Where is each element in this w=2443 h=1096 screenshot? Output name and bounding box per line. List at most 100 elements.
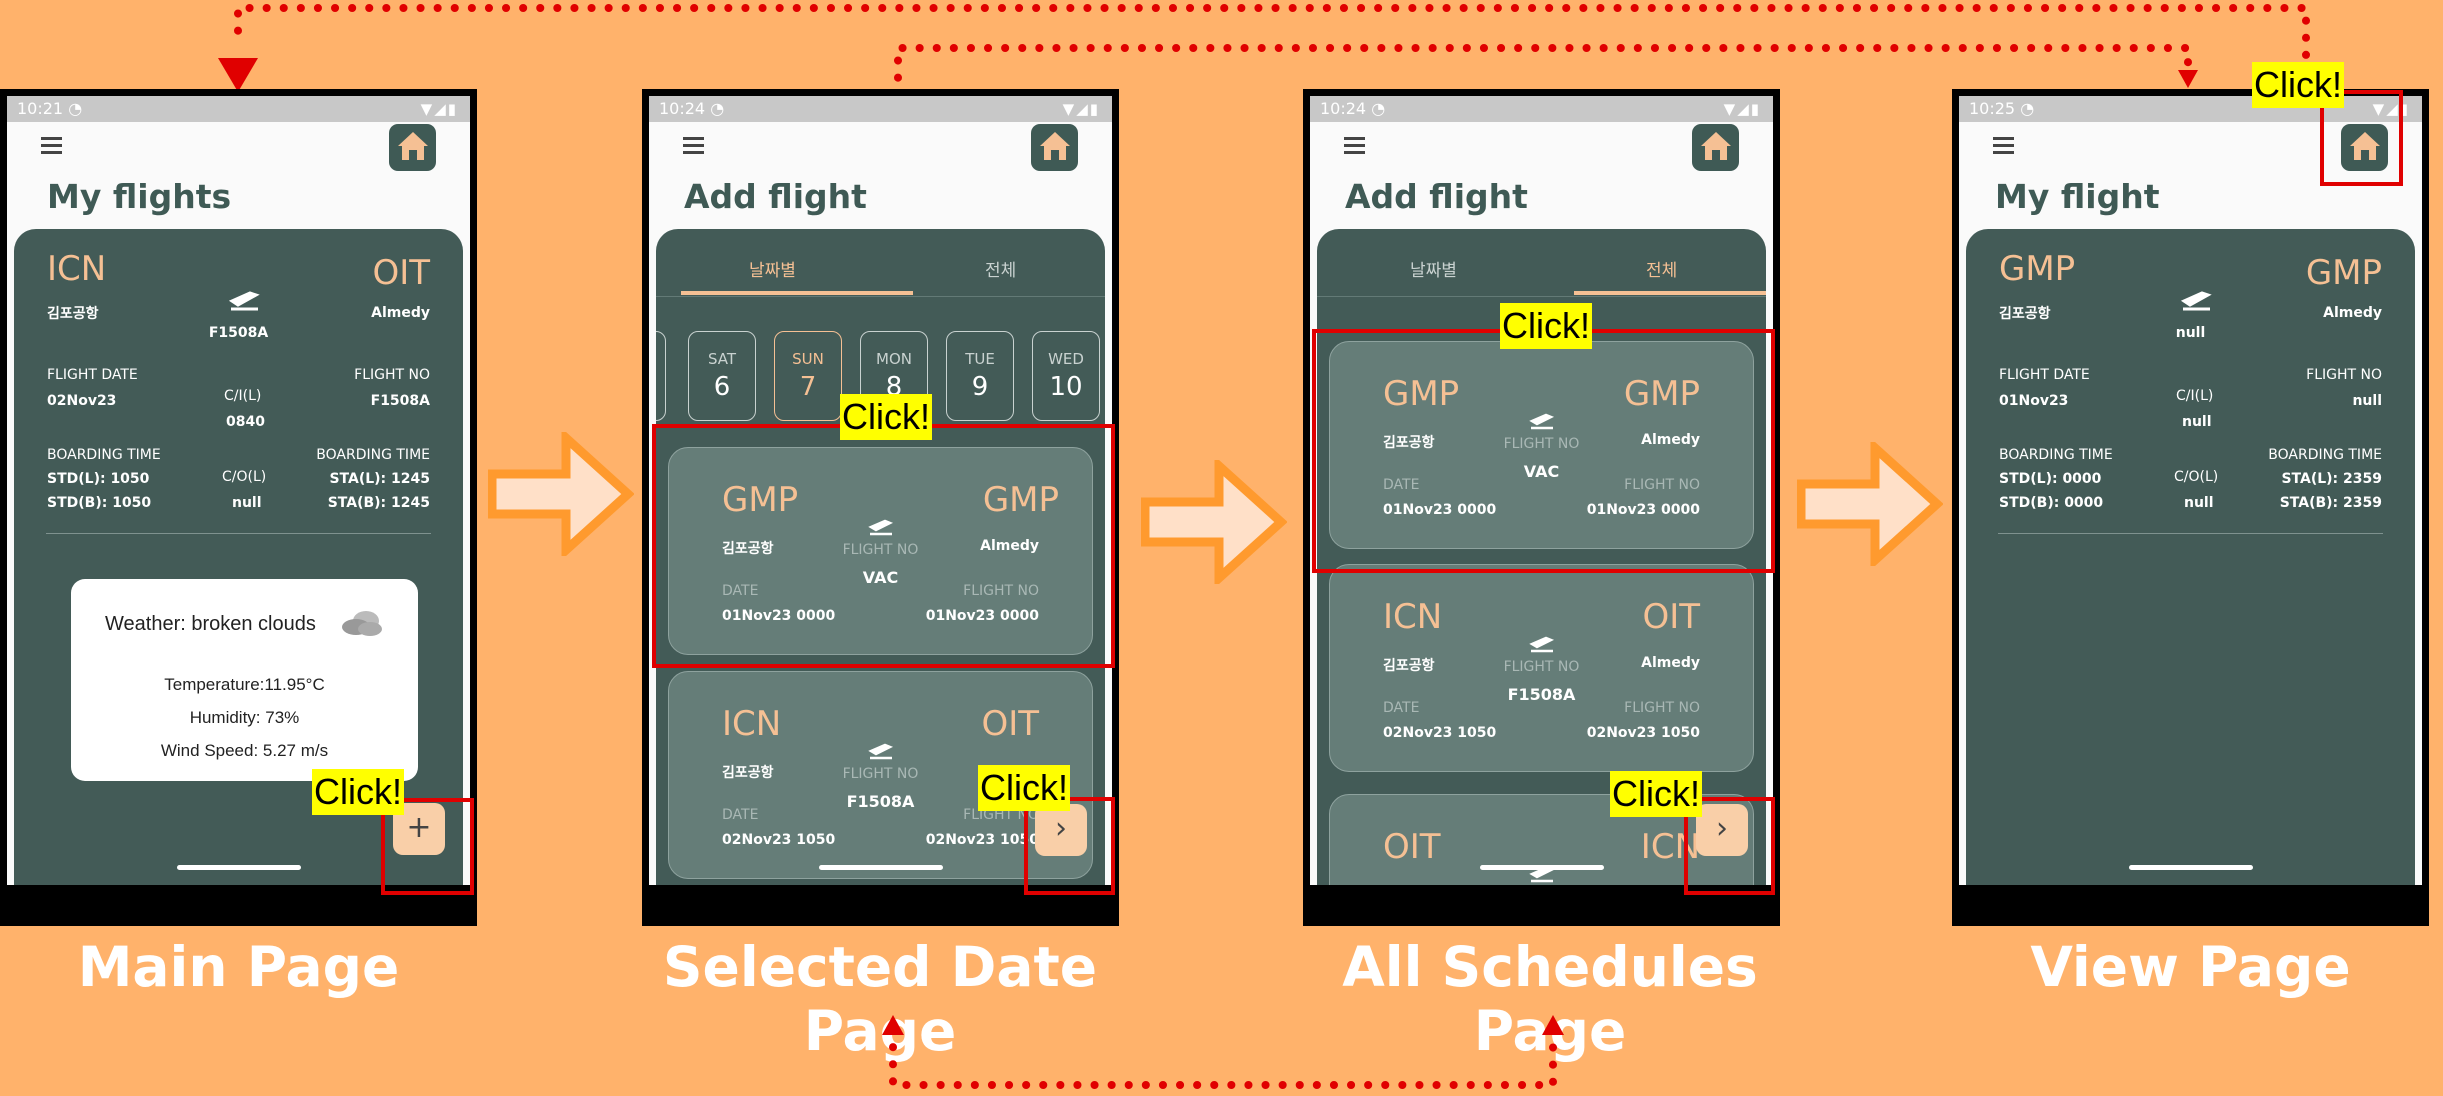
highlight-next-button: [1024, 797, 1115, 895]
flight-date: 02Nov23: [47, 393, 117, 409]
plane-icon: [2180, 291, 2212, 311]
plane-icon: [669, 740, 1092, 766]
tab-indicator: [1574, 291, 1766, 295]
home-icon: [398, 132, 428, 160]
std-b: STD(B): 1050: [47, 495, 152, 511]
tab-indicator: [681, 291, 913, 295]
menu-icon[interactable]: [683, 137, 704, 155]
page-title: My flight: [1995, 177, 2160, 216]
card-to: OIT: [981, 704, 1039, 744]
temperature: Temperature:11.95°C: [164, 675, 325, 694]
card-date: 02Nov23 1050: [1383, 725, 1497, 741]
return-to-main-connector: [234, 4, 2310, 76]
day-tue[interactable]: TUE 9: [946, 331, 1014, 421]
co-label: C/O(L): [222, 469, 267, 485]
menu-icon[interactable]: [1344, 137, 1365, 155]
flight-no: F1508A: [370, 393, 430, 409]
std-l: STD(L): 1050: [47, 471, 150, 487]
card-from: ICN: [1383, 597, 1443, 637]
std-l: STD(L): 0000: [1999, 471, 2102, 487]
card-date-right: 02Nov23 1050: [925, 832, 1039, 848]
card-from: ICN: [722, 704, 782, 744]
card-to: OIT: [1642, 597, 1700, 637]
co-label: C/O(L): [2174, 469, 2219, 485]
status-bar: 10:24 ◔ ▼◢▮: [1310, 96, 1773, 122]
boarding-label-left: BOARDING TIME: [47, 447, 161, 463]
flight-date-label: FLIGHT DATE: [47, 367, 138, 383]
click-label-main: Click!: [312, 769, 404, 815]
day-sun-selected[interactable]: SUN 7: [774, 331, 842, 421]
weather-title: Weather: broken clouds: [105, 613, 316, 635]
weather-card: Weather: broken clouds Temperature:11.95…: [71, 579, 418, 781]
status-time: 10:21: [17, 99, 64, 118]
plane-icon: [1330, 633, 1753, 659]
card-fn-label: FLIGHT NO: [1503, 659, 1580, 675]
home-button[interactable]: [389, 124, 436, 171]
menu-icon[interactable]: [1993, 137, 2014, 155]
page-title: Add flight: [684, 177, 867, 216]
gesture-bar: [818, 865, 943, 870]
gesture-bar: [1479, 865, 1604, 870]
day-sat[interactable]: SAT 6: [688, 331, 756, 421]
tab-switch-connector: [889, 1026, 1557, 1089]
home-button[interactable]: [1031, 124, 1078, 171]
flow-arrow-1: [488, 432, 634, 556]
std-b: STD(B): 0000: [1999, 495, 2104, 511]
ci-value: 0840: [226, 414, 265, 430]
tab-all[interactable]: 전체: [985, 256, 1016, 281]
divider: [46, 533, 431, 534]
card-date: 02Nov23 1050: [722, 832, 836, 848]
home-button[interactable]: [1692, 124, 1739, 171]
to-code: GMP: [2305, 253, 2382, 293]
to-name: Almedy: [2323, 305, 2382, 321]
boarding-label-left: BOARDING TIME: [1999, 447, 2113, 463]
click-label-next: Click!: [978, 765, 1070, 811]
status-bar: 10:24 ◔ ▼◢▮: [649, 96, 1112, 122]
wind-speed: Wind Speed: 5.27 m/s: [160, 741, 329, 760]
tab-bar: 날짜별 전체: [1317, 229, 1766, 297]
day-partial[interactable]: [656, 331, 666, 421]
highlight-card: [1312, 329, 1775, 573]
to-code: OIT: [372, 253, 430, 293]
flight-date-label: FLIGHT DATE: [1999, 367, 2090, 383]
sta-b: STA(B): 1245: [327, 495, 430, 511]
click-label-card: Click!: [840, 394, 932, 440]
flight-no-label: FLIGHT NO: [2306, 367, 2382, 383]
flight-date: 01Nov23: [1999, 393, 2069, 409]
flight-no-label: FLIGHT NO: [354, 367, 430, 383]
main-arrowhead: [218, 58, 258, 92]
card-date-right: 02Nov23 1050: [1586, 725, 1700, 741]
tab-by-date[interactable]: 날짜별: [749, 256, 796, 281]
status-time: 10:24: [659, 99, 706, 118]
humidity: Humidity: 73%: [189, 708, 300, 727]
highlight-card: [652, 424, 1115, 668]
all-arrowhead: [1542, 1015, 1564, 1035]
co-value: null: [2184, 495, 2214, 511]
from-code: GMP: [1999, 249, 2076, 289]
from-code: ICN: [47, 249, 107, 289]
app-bar: My flights: [7, 122, 470, 229]
divider: [1998, 533, 2383, 534]
click-label-card: Click!: [1500, 303, 1592, 349]
flight-card-2[interactable]: ICN 김포공항 OIT Almedy FLIGHT NO F1508A DAT…: [1329, 564, 1754, 772]
click-label-next: Click!: [1610, 771, 1702, 817]
main-screen: 10:21 ◔ ▼◢▮ My flights ICN 김포공항 OIT Almed…: [7, 96, 470, 885]
ci-label: C/I(L): [2176, 388, 2214, 404]
from-name: 김포공항: [47, 306, 99, 322]
center-flight-no: null: [2175, 325, 2206, 341]
tab-by-date[interactable]: 날짜별: [1410, 256, 1457, 281]
status-time: 10:25: [1969, 99, 2016, 118]
sta-l: STA(L): 2359: [2281, 471, 2382, 487]
plane-icon: [228, 291, 260, 311]
home-icon: [1701, 132, 1731, 160]
day-wed[interactable]: WED 10: [1032, 331, 1100, 421]
page-title: My flights: [47, 177, 232, 216]
menu-icon[interactable]: [41, 137, 62, 155]
selected-arrowhead: [882, 1015, 904, 1035]
page-title: Add flight: [1345, 177, 1528, 216]
tab-all[interactable]: 전체: [1646, 256, 1677, 281]
app-bar: Add flight: [649, 122, 1112, 229]
phone-view: 10:25 ◔ ▼◢▮ My flight GMP 김포공항 GMP Almedy…: [1952, 89, 2429, 926]
gesture-bar: [176, 865, 301, 870]
center-flight-no: F1508A: [208, 325, 269, 341]
